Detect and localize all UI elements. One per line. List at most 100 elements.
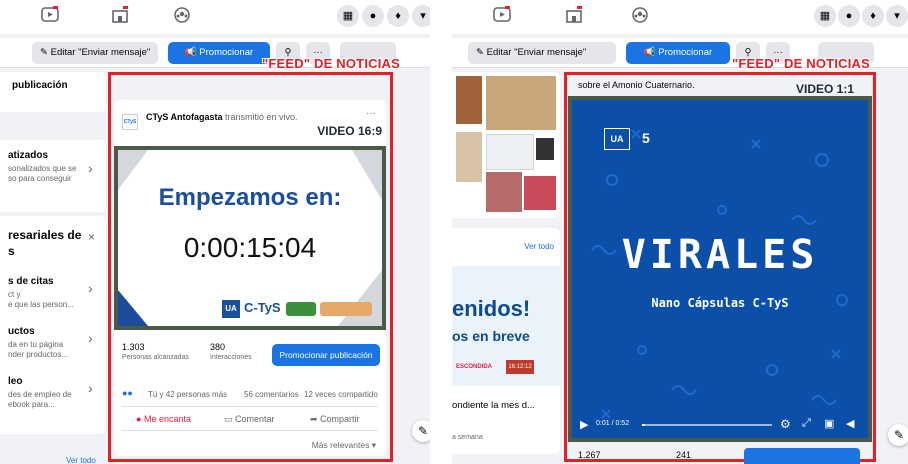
- reach-value: 1.267: [578, 450, 601, 460]
- partner-logo: [286, 302, 316, 316]
- partner-logo: [320, 302, 372, 316]
- promote-button[interactable]: 📢 Promocionar: [168, 42, 270, 64]
- page-name-link[interactable]: CTyS Antofagasta: [146, 112, 223, 122]
- feed-post-card: CTyS CTyS Antofagasta transmitió en vivo…: [114, 100, 386, 456]
- post-header: CTyS Antofagasta transmitió en vivo.: [146, 112, 298, 122]
- pip-icon[interactable]: ▣: [824, 417, 834, 430]
- anniversary-logo: 5: [642, 130, 650, 146]
- chevron-right-icon[interactable]: ›: [88, 280, 93, 296]
- video-timer: 0:00:15:04: [183, 232, 317, 263]
- interactions-value: 241: [676, 450, 692, 460]
- comments-count[interactable]: 56 comentarios: [244, 390, 299, 399]
- promo-card[interactable]: Ver todo enidos! os en breve ESCONDIDA 1…: [452, 228, 560, 454]
- video-subtitle: Nano Cápsulas C-TyS: [651, 296, 789, 310]
- reach-label: Personas alcanzadas: [122, 354, 189, 361]
- qr-thumbnail[interactable]: [536, 138, 554, 160]
- marketplace-icon[interactable]: [562, 6, 586, 26]
- sidebar-card-top: publicación: [0, 72, 106, 112]
- video-player-1-1[interactable]: UA 5 VIRALES Nano Cápsulas C-TyS ▶ 0:01 …: [568, 96, 872, 442]
- video-title: VIRALES: [621, 232, 819, 278]
- new-message-icon[interactable]: ✎: [412, 420, 430, 442]
- right-screenshot: ▦ ● ♦ ▾ ✎ Editar "Enviar mensaje" 📢 Prom…: [452, 0, 908, 464]
- pencil-icon: ✎: [40, 47, 51, 58]
- gear-icon[interactable]: ⚙: [780, 417, 791, 431]
- progress-bar[interactable]: [642, 424, 772, 426]
- promo-meta: a semana: [452, 434, 483, 441]
- groups-icon[interactable]: [628, 6, 652, 26]
- comment-icon: ▭: [224, 414, 236, 424]
- photo-thumbnail[interactable]: [486, 76, 556, 130]
- photo-thumbnail[interactable]: [486, 172, 522, 212]
- watch-icon[interactable]: [38, 6, 62, 26]
- close-icon[interactable]: ×: [88, 230, 95, 244]
- top-navbar: ▦ ● ♦ ▾: [452, 0, 908, 34]
- caret-icon[interactable]: ▾: [412, 5, 430, 27]
- photo-thumbnail[interactable]: [456, 76, 482, 124]
- caret-icon: ▾: [369, 440, 376, 450]
- chevron-right-icon[interactable]: ›: [88, 330, 93, 346]
- avatar[interactable]: CTyS: [122, 114, 138, 130]
- video-controls: ▶ 0:01 / 0:52 ⚙ ⤢ ▣ ◀: [572, 412, 868, 438]
- photo-thumbnail[interactable]: [524, 176, 556, 210]
- post-caption: sobre el Amonio Cuaternario.: [578, 80, 695, 90]
- comment-button[interactable]: ▭ Comentar: [224, 414, 275, 425]
- marketplace-icon[interactable]: [108, 6, 132, 26]
- watch-icon[interactable]: [490, 6, 514, 26]
- sidebar-card-business: resariales de s × s de citas ct y e que …: [0, 216, 106, 434]
- video-format-tag: VIDEO 1:1: [796, 82, 855, 96]
- ua-logo: UA: [604, 128, 630, 150]
- messenger-icon[interactable]: ●: [362, 5, 384, 27]
- reactions-text[interactable]: Tú y 42 personas más: [148, 390, 227, 399]
- fullscreen-icon[interactable]: ⤢: [802, 417, 811, 430]
- new-message-icon[interactable]: ✎: [888, 424, 908, 446]
- photo-thumbnail[interactable]: [456, 132, 482, 182]
- photos-card: [452, 72, 560, 218]
- video-player-16-9[interactable]: Empezamos en: 0:00:15:04 UA C-TyS: [114, 146, 386, 330]
- promote-post-button[interactable]: [744, 448, 860, 464]
- grid-icon[interactable]: ▦: [814, 5, 836, 27]
- promote-button[interactable]: 📢 Promocionar: [626, 42, 730, 64]
- edit-send-message-button[interactable]: ✎ Editar "Enviar mensaje": [32, 42, 159, 64]
- reach-value: 1.303: [122, 342, 145, 352]
- share-icon: ➦: [310, 414, 321, 424]
- caret-icon[interactable]: ▾: [886, 5, 908, 27]
- shares-count[interactable]: 12 veces compartido: [304, 390, 378, 399]
- chevron-right-icon: ›: [88, 160, 93, 176]
- top-navbar: ▦ ● ♦ ▾: [0, 0, 430, 34]
- groups-icon[interactable]: [170, 6, 194, 26]
- promo-caption: ondiente la mes d...: [452, 400, 535, 411]
- feed-label: "FEED" DE NOTICIAS: [732, 56, 870, 71]
- see-all-link[interactable]: Ver todo: [66, 456, 96, 464]
- feed-label: "FEED" DE NOTICIAS: [262, 56, 400, 71]
- see-all-link[interactable]: Ver todo: [524, 242, 554, 251]
- grid-icon[interactable]: ▦: [337, 5, 359, 27]
- time-display: 0:01 / 0:52: [596, 420, 630, 427]
- more-icon[interactable]: ···: [366, 108, 376, 119]
- love-reaction-button[interactable]: ● Me encanta: [136, 414, 191, 424]
- heart-icon: ●: [136, 414, 144, 424]
- play-icon[interactable]: ▶: [580, 418, 588, 431]
- photo-thumbnail[interactable]: [486, 134, 534, 170]
- ua-logo: UA: [222, 300, 240, 318]
- megaphone-icon: 📢: [184, 47, 200, 58]
- pencil-icon: ✎: [476, 47, 487, 58]
- like-icon: ●●: [122, 388, 133, 398]
- video-title: Empezamos en:: [158, 184, 342, 211]
- interactions-label: Interacciones: [210, 354, 252, 361]
- messenger-icon[interactable]: ●: [838, 5, 860, 27]
- interactions-value: 380: [210, 342, 226, 352]
- megaphone-icon: 📢: [643, 47, 659, 58]
- share-button[interactable]: ➦ Compartir: [310, 414, 360, 425]
- ctys-logo: C-TyS: [244, 300, 281, 315]
- sidebar-card-ads[interactable]: atizados sonalizados que se so para cons…: [0, 140, 106, 212]
- left-screenshot: ▦ ● ♦ ▾ ✎ Editar "Enviar mensaje" 📢 Prom…: [0, 0, 430, 464]
- bell-icon[interactable]: ♦: [387, 5, 409, 27]
- bell-icon[interactable]: ♦: [862, 5, 884, 27]
- video-format-tag: VIDEO 16:9: [317, 124, 382, 138]
- promote-post-button[interactable]: Promocionar publicación: [272, 344, 380, 366]
- chevron-right-icon[interactable]: ›: [88, 380, 93, 396]
- volume-icon[interactable]: ◀: [846, 417, 854, 430]
- sort-dropdown[interactable]: Más relevantes ▾: [312, 440, 376, 451]
- sidebar-title: publicación: [12, 80, 68, 91]
- edit-send-message-button[interactable]: ✎ Editar "Enviar mensaje": [468, 42, 616, 64]
